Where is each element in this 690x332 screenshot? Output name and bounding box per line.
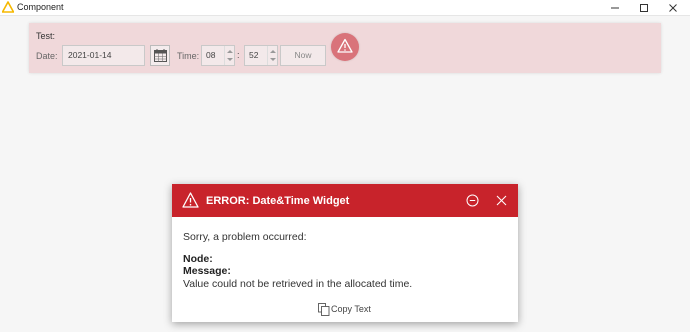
- hour-spinner-arrows[interactable]: [224, 46, 234, 65]
- datetime-widget-panel: Test: Date: 2021-01-14 Time: 08 : 52 Now: [29, 23, 661, 73]
- spin-down-icon[interactable]: [270, 58, 276, 61]
- date-input[interactable]: 2021-01-14: [62, 45, 145, 66]
- error-message-text: Value could not be retrieved in the allo…: [183, 278, 413, 290]
- minute-spinner[interactable]: 52: [244, 45, 278, 66]
- copy-text-label: Copy Text: [331, 304, 371, 314]
- maximize-window-button[interactable]: [633, 0, 655, 16]
- minimize-circle-icon[interactable]: [466, 194, 479, 207]
- spin-up-icon[interactable]: [227, 50, 233, 53]
- error-dialog: ERROR: Date&Time Widget Sorry, a problem…: [172, 184, 518, 322]
- calendar-icon: [154, 49, 167, 62]
- now-button[interactable]: Now: [280, 45, 326, 66]
- close-icon: [669, 4, 677, 12]
- maximize-icon: [640, 4, 648, 12]
- node-label: Node:: [183, 253, 213, 265]
- close-icon[interactable]: [495, 194, 508, 207]
- minute-spinner-arrows[interactable]: [267, 46, 277, 65]
- hour-spinner[interactable]: 08: [201, 45, 235, 66]
- widget-label: Test:: [36, 31, 56, 41]
- close-window-button[interactable]: [662, 0, 684, 16]
- warning-icon: [182, 192, 199, 208]
- time-separator: :: [237, 50, 240, 60]
- window-title: Component: [17, 2, 64, 12]
- error-dialog-title: ERROR: Date&Time Widget: [206, 195, 350, 207]
- minimize-window-button[interactable]: [604, 0, 626, 16]
- minute-value: 52: [249, 50, 259, 60]
- calendar-button[interactable]: [150, 45, 170, 66]
- hour-value: 08: [206, 50, 216, 60]
- spin-down-icon[interactable]: [227, 58, 233, 61]
- spin-up-icon[interactable]: [270, 50, 276, 53]
- date-label: Date:: [36, 51, 58, 61]
- copy-icon: [318, 303, 330, 316]
- minimize-icon: [611, 7, 619, 9]
- error-summary-text: Sorry, a problem occurred:: [183, 231, 307, 243]
- warning-icon: [337, 38, 353, 53]
- window-titlebar: Component: [0, 0, 690, 16]
- warning-triangle-icon: [2, 1, 14, 13]
- error-dialog-header: ERROR: Date&Time Widget: [172, 184, 518, 217]
- message-label: Message:: [183, 265, 231, 277]
- warning-indicator[interactable]: [331, 33, 359, 61]
- time-label: Time:: [177, 51, 200, 61]
